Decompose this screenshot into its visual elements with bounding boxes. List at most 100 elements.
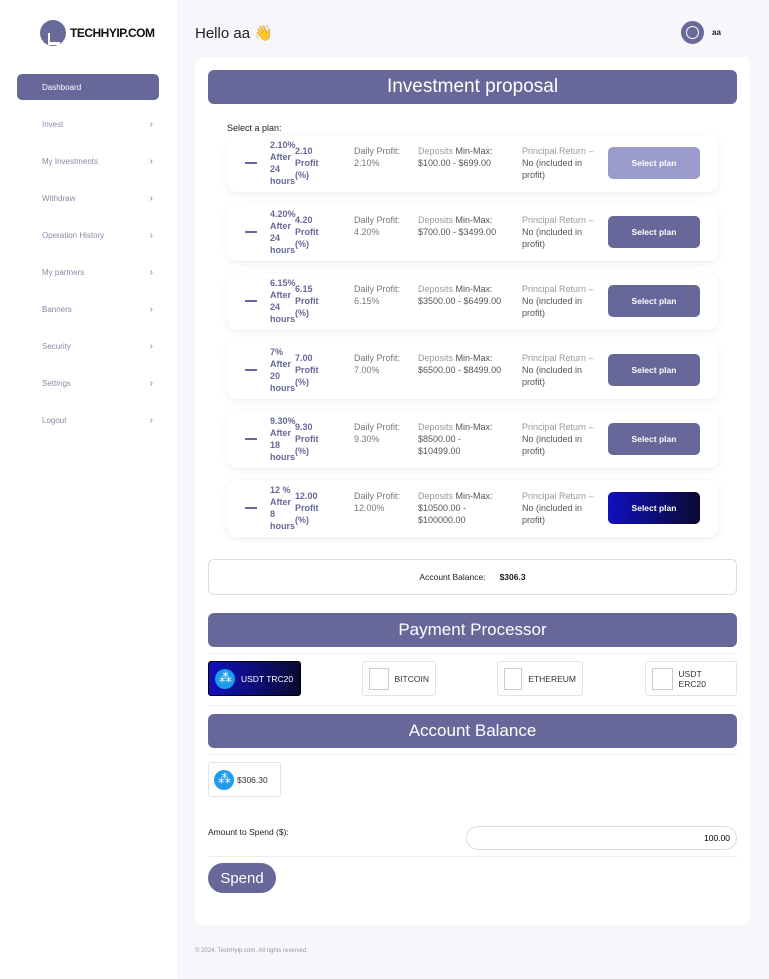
select-plan-label: Select a plan:: [227, 123, 282, 133]
select-plan-button[interactable]: Select plan: [608, 423, 700, 455]
daily-value: 2.10%: [354, 158, 380, 168]
deposits-label: Deposits: [418, 284, 454, 294]
username: aa: [712, 28, 721, 37]
plan-title: 4.20% After 24 hours: [270, 209, 296, 255]
principal-value: No (included in profit): [522, 158, 583, 180]
plan-principal: Principal Return – No (included in profi…: [522, 490, 604, 526]
plan-deposits: Deposits Min-Max: $8500.00 - $10499.00: [418, 421, 506, 457]
select-plan-button[interactable]: Select plan: [608, 216, 700, 248]
plan-deposits: Deposits Min-Max: $100.00 - $699.00: [418, 145, 506, 169]
broken-image-icon: [369, 667, 389, 690]
sidebar-item-settings[interactable]: Settings ›: [17, 370, 159, 396]
sidebar-item-logout[interactable]: Logout ›: [17, 407, 159, 433]
broken-image-icon: [652, 667, 673, 690]
balance-wallet[interactable]: $306.30: [208, 762, 281, 797]
sidebar-item-dashboard[interactable]: Dashboard: [17, 74, 159, 100]
plan-deposits: Deposits Min-Max: $10500.00 - $100000.00: [418, 490, 506, 526]
deposits-label: Deposits: [418, 491, 454, 501]
plan-profit: 4.20 Profit (%): [295, 215, 319, 249]
deposits-label: Deposits: [418, 146, 454, 156]
plan-row: 2.10% After 24 hours 2.10 Profit (%) Dai…: [227, 135, 718, 192]
plan-principal: Principal Return – No (included in profi…: [522, 421, 604, 457]
account-balance-title: Account Balance: [208, 714, 737, 748]
collapse-dash-icon: [245, 162, 257, 164]
select-plan-button[interactable]: Select plan: [608, 147, 700, 179]
plan-deposits: Deposits Min-Max: $6500.00 - $8499.00: [418, 352, 506, 376]
spend-button[interactable]: Spend: [208, 863, 276, 893]
chevron-right-icon: ›: [149, 229, 153, 241]
select-plan-button[interactable]: Select plan: [608, 285, 700, 317]
sidebar: TECHHYIP.COM Dashboard Invest › My Investme…: [0, 0, 177, 979]
plan-daily-profit: Daily Profit: 7.00%: [354, 352, 404, 376]
brand-name: TECHHYIP.COM: [70, 26, 155, 40]
account-balance-box: Account Balance: $306.3: [208, 559, 737, 595]
select-plan-button[interactable]: Select plan: [608, 492, 700, 524]
plan-principal: Principal Return – No (included in profi…: [522, 283, 604, 319]
principal-label: Principal Return –: [522, 353, 594, 363]
sidebar-item-label: Settings: [42, 378, 71, 388]
principal-value: No (included in profit): [522, 434, 583, 456]
sidebar-item-label: Logout: [42, 415, 67, 425]
divider: [208, 705, 737, 706]
principal-value: No (included in profit): [522, 503, 583, 525]
sidebar-item-my-partners[interactable]: My partners ›: [17, 259, 159, 285]
amount-label: Amount to Spend ($):: [208, 827, 289, 837]
sidebar-item-security[interactable]: Security ›: [17, 333, 159, 359]
broken-image-icon: [504, 667, 523, 690]
principal-label: Principal Return –: [522, 422, 594, 432]
sidebar-item-banners[interactable]: Banners ›: [17, 296, 159, 322]
principal-value: No (included in profit): [522, 296, 583, 318]
divider: [208, 653, 737, 654]
sidebar-item-my-investments[interactable]: My Investments ›: [17, 148, 159, 174]
sidebar-item-label: Banners: [42, 304, 72, 314]
sidebar-item-label: Security: [42, 341, 71, 351]
account-balance-label: Account Balance:: [419, 572, 486, 582]
plan-daily-profit: Daily Profit: 4.20%: [354, 214, 404, 238]
logo[interactable]: TECHHYIP.COM: [40, 20, 155, 46]
sidebar-nav: Dashboard Invest › My Investments › Withdraw ›…: [17, 74, 159, 444]
collapse-dash-icon: [245, 300, 257, 302]
main-card: Investment proposal Select a plan: 2.10%…: [195, 57, 750, 925]
sidebar-item-label: Withdraw: [42, 193, 76, 203]
principal-label: Principal Return –: [522, 284, 594, 294]
amount-input[interactable]: [466, 826, 737, 850]
principal-value: No (included in profit): [522, 365, 583, 387]
principal-label: Principal Return –: [522, 491, 594, 501]
plan-daily-profit: Daily Profit: 9.30%: [354, 421, 404, 445]
sidebar-item-label: Invest: [42, 119, 64, 129]
principal-value: No (included in profit): [522, 227, 583, 249]
daily-value: 9.30%: [354, 434, 380, 444]
footer: © 2024, TechHyip.com. All rights reserve…: [195, 948, 309, 954]
processor-label: BITCOIN: [394, 673, 429, 684]
deposits-label: Deposits: [418, 422, 454, 432]
sidebar-item-invest[interactable]: Invest ›: [17, 111, 159, 137]
deposits-label: Deposits: [418, 215, 454, 225]
sidebar-item-label: Dashboard: [42, 82, 82, 92]
plan-profit: 6.15 Profit (%): [295, 284, 319, 318]
investment-proposal-title: Investment proposal: [208, 70, 737, 104]
processor-usdt-erc20[interactable]: USDT ERC20: [645, 661, 737, 696]
logo-icon: [40, 20, 66, 46]
plan-title: 6.15% After 24 hours: [270, 278, 296, 324]
daily-label: Daily Profit:: [354, 353, 401, 363]
divider: [208, 754, 737, 755]
avatar[interactable]: [681, 21, 704, 44]
plan-deposits: Deposits Min-Max: $700.00 - $3499.00: [418, 214, 506, 238]
plan-row: 12 % After 8 hours 12.00 Profit (%) Dail…: [227, 480, 718, 537]
sidebar-item-operation-history[interactable]: Operation History ›: [17, 222, 159, 248]
daily-value: 4.20%: [354, 227, 380, 237]
plan-principal: Principal Return – No (included in profi…: [522, 145, 604, 181]
processor-usdt-trc20[interactable]: USDT TRC20: [208, 661, 301, 696]
daily-value: 12.00%: [354, 503, 385, 513]
processor-ethereum[interactable]: ETHEREUM: [497, 661, 583, 696]
select-plan-button[interactable]: Select plan: [608, 354, 700, 386]
user-menu[interactable]: aa: [681, 21, 721, 44]
chevron-right-icon: ›: [149, 414, 153, 426]
plan-deposits: Deposits Min-Max: $3500.00 - $6499.00: [418, 283, 506, 307]
sidebar-item-label: My partners: [42, 267, 85, 277]
collapse-dash-icon: [245, 438, 257, 440]
plan-row: 7% After 20 hours 7.00 Profit (%) Daily …: [227, 342, 718, 399]
chevron-right-icon: ›: [149, 155, 153, 167]
processor-bitcoin[interactable]: BITCOIN: [362, 661, 436, 696]
sidebar-item-withdraw[interactable]: Withdraw ›: [17, 185, 159, 211]
